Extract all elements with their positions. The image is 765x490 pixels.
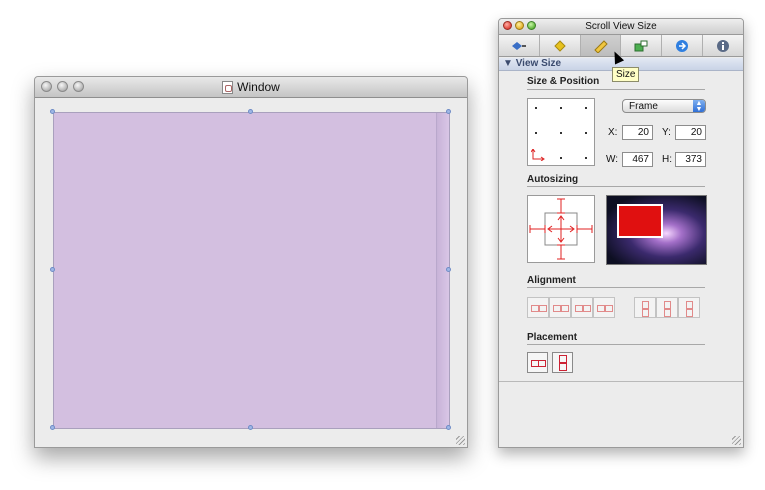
- identity-icon: [717, 39, 730, 52]
- h-field[interactable]: 373: [675, 152, 706, 167]
- selection-handle[interactable]: [446, 425, 451, 430]
- inspector-panel: Scroll View Size ▼ View Size Size & Posi…: [498, 18, 744, 448]
- anchor-grid[interactable]: [527, 98, 595, 166]
- inspector-titlebar[interactable]: Scroll View Size: [499, 19, 743, 35]
- selection-handle[interactable]: [446, 267, 451, 272]
- tab-attributes[interactable]: [499, 35, 540, 56]
- selection-handle[interactable]: [50, 267, 55, 272]
- x-label: X:: [608, 127, 618, 138]
- close-button[interactable]: [503, 21, 512, 30]
- divider: [527, 287, 705, 288]
- minimize-button[interactable]: [57, 81, 68, 92]
- w-field[interactable]: 467: [622, 152, 653, 167]
- align-vertical-centers-button[interactable]: [656, 297, 678, 318]
- popup-arrows-icon: ▲ ▼: [693, 100, 705, 113]
- w-label: W:: [606, 154, 619, 165]
- tab-bindings[interactable]: [662, 35, 704, 56]
- editor-window: Window: [34, 76, 468, 448]
- h-label: H:: [662, 154, 672, 165]
- anchor-point[interactable]: [585, 107, 587, 109]
- alignment-heading: Alignment: [527, 275, 576, 286]
- tab-identity[interactable]: [703, 35, 743, 56]
- inspector-window-controls: [503, 21, 536, 30]
- connections-icon: [634, 40, 648, 51]
- horizontal-align-group: [527, 297, 615, 318]
- align-top-edges-button[interactable]: [634, 297, 656, 318]
- autosizing-control[interactable]: [527, 195, 595, 263]
- placement-heading: Placement: [527, 332, 578, 343]
- tooltip: Size: [612, 67, 640, 82]
- divider: [527, 344, 705, 345]
- anchor-point[interactable]: [535, 132, 537, 134]
- zoom-button[interactable]: [527, 21, 536, 30]
- scroll-view[interactable]: [53, 112, 450, 429]
- preview-view-rect: [617, 204, 663, 238]
- selection-handle[interactable]: [446, 109, 451, 114]
- attributes-icon: [511, 41, 526, 50]
- minimize-button[interactable]: [515, 21, 524, 30]
- selection-handle[interactable]: [248, 109, 253, 114]
- size-position-heading: Size & Position: [527, 76, 600, 87]
- anchor-point[interactable]: [535, 107, 537, 109]
- align-right-edges-button[interactable]: [571, 297, 593, 318]
- section-title: View Size: [515, 58, 562, 69]
- effects-icon: [554, 39, 566, 52]
- align-horizontal-centers-button[interactable]: [549, 297, 571, 318]
- size-icon: [593, 39, 608, 53]
- zoom-button[interactable]: [73, 81, 84, 92]
- selection-handle[interactable]: [50, 109, 55, 114]
- disclosure-triangle-icon[interactable]: ▼: [503, 58, 513, 69]
- divider: [527, 186, 705, 187]
- selection-handle[interactable]: [50, 425, 55, 430]
- close-button[interactable]: [41, 81, 52, 92]
- window-title: Window: [237, 80, 280, 94]
- y-field[interactable]: 20: [675, 125, 706, 140]
- autosizing-heading: Autosizing: [527, 174, 579, 185]
- align-baselines-button[interactable]: [593, 297, 615, 318]
- resize-grip[interactable]: [456, 436, 465, 445]
- resize-grip[interactable]: [732, 436, 741, 445]
- divider: [527, 89, 705, 90]
- anchor-point[interactable]: [560, 157, 562, 159]
- anchor-point[interactable]: [560, 107, 562, 109]
- tab-effects[interactable]: [540, 35, 581, 56]
- align-bottom-edges-button[interactable]: [678, 297, 700, 318]
- center-vertically-button[interactable]: [552, 352, 573, 373]
- autosizing-preview: [606, 195, 707, 265]
- window-controls: [41, 81, 84, 92]
- autosizing-springs-icon: [529, 198, 593, 260]
- bindings-icon: [676, 39, 689, 52]
- vertical-align-group: [634, 297, 700, 318]
- origin-arrow-icon: [531, 149, 545, 161]
- align-left-edges-button[interactable]: [527, 297, 549, 318]
- anchor-point[interactable]: [585, 157, 587, 159]
- x-field[interactable]: 20: [622, 125, 653, 140]
- frame-popup-value: Frame: [629, 101, 658, 112]
- anchor-point[interactable]: [560, 132, 562, 134]
- tab-connections[interactable]: [621, 35, 663, 56]
- selection-handle[interactable]: [248, 425, 253, 430]
- frame-popup[interactable]: Frame ▲ ▼: [622, 99, 706, 113]
- center-horizontally-button[interactable]: [527, 352, 548, 373]
- anchor-point[interactable]: [585, 132, 587, 134]
- window-titlebar[interactable]: Window: [35, 77, 467, 98]
- inspector-title: Scroll View Size: [585, 21, 657, 32]
- divider: [499, 381, 743, 382]
- document-icon: [222, 80, 234, 94]
- y-label: Y:: [662, 127, 671, 138]
